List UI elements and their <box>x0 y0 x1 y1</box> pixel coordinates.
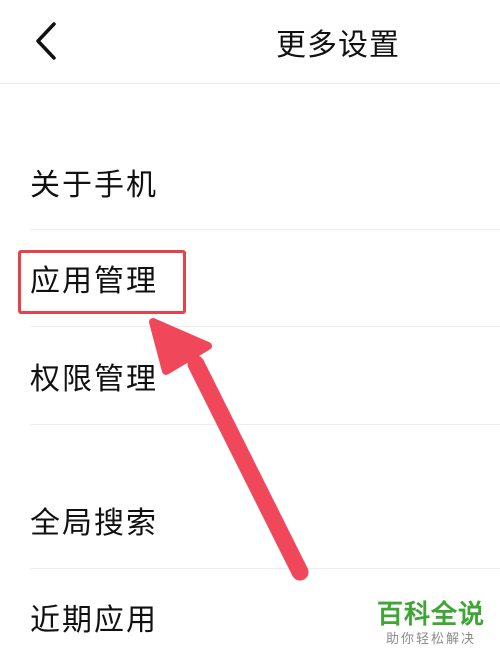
menu-item-label: 权限管理 <box>30 362 158 397</box>
menu-item-label: 全局搜索 <box>30 506 158 541</box>
divider <box>30 326 500 327</box>
menu-item-label: 关于手机 <box>30 168 158 203</box>
more-settings-screen: 更多设置 关于手机 应用管理 权限管理 全局搜索 近期应用 百科全说 助你轻松解… <box>0 0 500 663</box>
watermark-title: 百科全说 <box>376 600 485 630</box>
menu-item-permission-management[interactable]: 权限管理 <box>0 328 500 424</box>
watermark-logo: 百科全说 助你轻松解决 <box>372 600 490 650</box>
watermark-subtitle: 助你轻松解决 <box>385 632 476 647</box>
top-bar: 更多设置 <box>0 0 500 84</box>
page-title: 更多设置 <box>276 28 400 63</box>
highlight-box <box>18 250 186 314</box>
menu-item-label: 近期应用 <box>30 603 158 638</box>
divider <box>30 424 500 425</box>
menu-item-global-search[interactable]: 全局搜索 <box>0 472 500 568</box>
menu-item-about-phone[interactable]: 关于手机 <box>0 134 500 230</box>
